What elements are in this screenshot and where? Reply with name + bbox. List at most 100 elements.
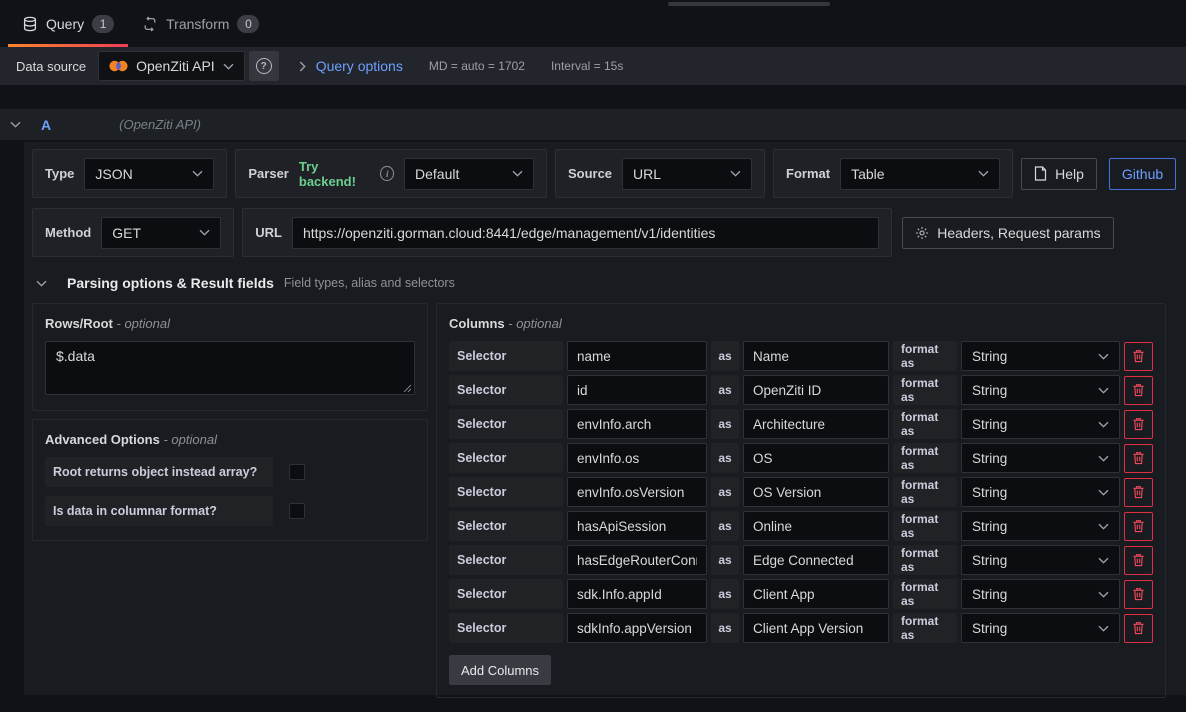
chevron-down-icon bbox=[1098, 523, 1109, 530]
format-label: Format bbox=[786, 166, 830, 181]
selector-input[interactable] bbox=[567, 579, 707, 609]
parsing-panels: Rows/Root - optional $.data Advanced Opt… bbox=[32, 303, 1166, 698]
alias-input[interactable] bbox=[743, 613, 889, 643]
chevron-down-icon bbox=[1098, 591, 1109, 598]
chevron-down-icon bbox=[1098, 489, 1109, 496]
format-as-label: format as bbox=[893, 341, 957, 371]
query-options-toggle[interactable]: Query options bbox=[299, 58, 403, 74]
parser-label: Parser bbox=[248, 166, 288, 181]
format-type-select[interactable]: String bbox=[961, 341, 1120, 371]
source-select[interactable]: URL bbox=[622, 158, 752, 190]
selector-input[interactable] bbox=[567, 443, 707, 473]
format-as-label: format as bbox=[893, 613, 957, 643]
advanced-options-title: Advanced Options - optional bbox=[45, 432, 415, 447]
alias-input[interactable] bbox=[743, 443, 889, 473]
alias-input[interactable] bbox=[743, 579, 889, 609]
type-select[interactable]: JSON bbox=[84, 158, 214, 190]
root-returns-object-checkbox[interactable] bbox=[289, 464, 305, 480]
rows-root-textarea[interactable]: $.data bbox=[45, 341, 415, 395]
add-columns-button[interactable]: Add Columns bbox=[449, 655, 551, 685]
delete-column-button[interactable] bbox=[1124, 546, 1153, 575]
selector-label: Selector bbox=[449, 409, 563, 439]
selector-input[interactable] bbox=[567, 613, 707, 643]
selector-input[interactable] bbox=[567, 375, 707, 405]
selector-label: Selector bbox=[449, 375, 563, 405]
editor-row-1: Type JSON Parser Try backend! i Default … bbox=[32, 149, 1166, 198]
delete-column-button[interactable] bbox=[1124, 342, 1153, 371]
format-type-select[interactable]: String bbox=[961, 443, 1120, 473]
columnar-format-label: Is data in columnar format? bbox=[45, 496, 273, 526]
alias-input[interactable] bbox=[743, 511, 889, 541]
as-label: as bbox=[711, 443, 739, 473]
github-button[interactable]: Github bbox=[1109, 158, 1176, 190]
trash-icon bbox=[1132, 451, 1145, 465]
format-type-value: String bbox=[972, 349, 1007, 364]
method-select[interactable]: GET bbox=[101, 217, 221, 249]
tab-transform[interactable]: Transform 0 bbox=[128, 0, 273, 47]
format-as-label: format as bbox=[893, 511, 957, 541]
datasource-picker[interactable]: OpenZiti API bbox=[98, 51, 245, 81]
selector-label: Selector bbox=[449, 613, 563, 643]
parsing-left-column: Rows/Root - optional $.data Advanced Opt… bbox=[32, 303, 428, 541]
column-row: Selector as format as String bbox=[449, 443, 1153, 473]
column-row: Selector as format as String bbox=[449, 613, 1153, 643]
alias-input[interactable] bbox=[743, 375, 889, 405]
panel-resize-handle[interactable] bbox=[668, 2, 830, 6]
delete-column-button[interactable] bbox=[1124, 444, 1153, 473]
alias-input[interactable] bbox=[743, 409, 889, 439]
format-select[interactable]: Table bbox=[840, 158, 1000, 190]
advanced-option-row: Is data in columnar format? bbox=[45, 496, 415, 526]
parser-select[interactable]: Default bbox=[404, 158, 534, 190]
format-type-select[interactable]: String bbox=[961, 477, 1120, 507]
root-returns-object-label: Root returns object instead array? bbox=[45, 457, 273, 487]
selector-input[interactable] bbox=[567, 477, 707, 507]
delete-column-button[interactable] bbox=[1124, 376, 1153, 405]
format-type-select[interactable]: String bbox=[961, 579, 1120, 609]
format-type-select[interactable]: String bbox=[961, 613, 1120, 643]
try-backend-link[interactable]: Try backend! bbox=[299, 159, 371, 189]
interval-text: Interval = 15s bbox=[551, 59, 623, 73]
rows-root-title-text: Rows/Root bbox=[45, 316, 113, 331]
trash-icon bbox=[1132, 587, 1145, 601]
selector-input[interactable] bbox=[567, 511, 707, 541]
selector-input[interactable] bbox=[567, 545, 707, 575]
selector-input[interactable] bbox=[567, 341, 707, 371]
advanced-options-panel: Advanced Options - optional Root returns… bbox=[32, 419, 428, 541]
as-label: as bbox=[711, 375, 739, 405]
info-circle-icon[interactable]: i bbox=[380, 166, 394, 181]
format-type-select[interactable]: String bbox=[961, 409, 1120, 439]
datasource-value: OpenZiti API bbox=[136, 58, 215, 74]
chevron-down-icon bbox=[1098, 455, 1109, 462]
transform-icon bbox=[142, 16, 158, 32]
delete-column-button[interactable] bbox=[1124, 512, 1153, 541]
help-button[interactable]: Help bbox=[1021, 158, 1097, 190]
format-type-value: String bbox=[972, 553, 1007, 568]
source-label: Source bbox=[568, 166, 612, 181]
url-input[interactable] bbox=[292, 217, 879, 249]
alias-input[interactable] bbox=[743, 341, 889, 371]
column-row: Selector as format as String bbox=[449, 511, 1153, 541]
format-type-select[interactable]: String bbox=[961, 375, 1120, 405]
query-row-header[interactable]: A (OpenZiti API) bbox=[0, 109, 1186, 140]
alias-input[interactable] bbox=[743, 477, 889, 507]
format-type-select[interactable]: String bbox=[961, 545, 1120, 575]
format-type-select[interactable]: String bbox=[961, 511, 1120, 541]
headers-request-params-button[interactable]: Headers, Request params bbox=[902, 217, 1113, 249]
selector-label: Selector bbox=[449, 341, 563, 371]
delete-column-button[interactable] bbox=[1124, 478, 1153, 507]
delete-column-button[interactable] bbox=[1124, 580, 1153, 609]
rows-root-title: Rows/Root - optional bbox=[45, 316, 415, 331]
columnar-format-checkbox[interactable] bbox=[289, 503, 305, 519]
delete-column-button[interactable] bbox=[1124, 614, 1153, 643]
selector-input[interactable] bbox=[567, 409, 707, 439]
datasource-help-button[interactable]: ? bbox=[249, 51, 279, 81]
as-label: as bbox=[711, 341, 739, 371]
alias-input[interactable] bbox=[743, 545, 889, 575]
selector-label: Selector bbox=[449, 477, 563, 507]
tab-query[interactable]: Query 1 bbox=[8, 0, 128, 47]
format-type-value: String bbox=[972, 621, 1007, 636]
github-button-label: Github bbox=[1122, 166, 1163, 182]
parsing-section-toggle[interactable]: Parsing options & Result fields Field ty… bbox=[36, 275, 1166, 291]
trash-icon bbox=[1132, 383, 1145, 397]
delete-column-button[interactable] bbox=[1124, 410, 1153, 439]
